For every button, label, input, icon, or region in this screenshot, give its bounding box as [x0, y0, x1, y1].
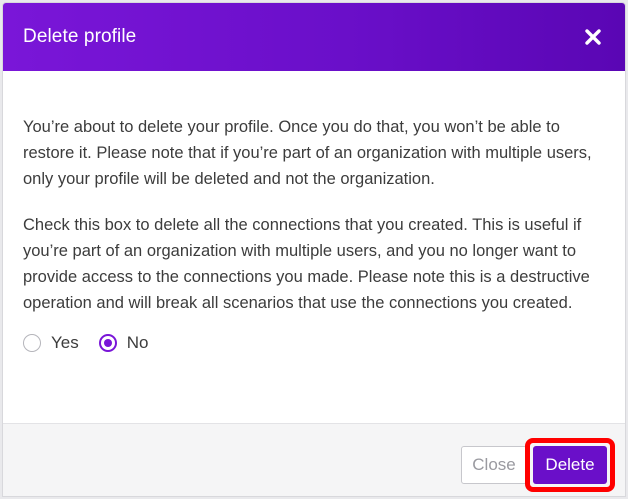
dialog-header: Delete profile [3, 3, 625, 71]
connections-description: Check this box to delete all the connect… [23, 216, 590, 312]
close-button[interactable]: Close [461, 446, 527, 484]
delete-profile-dialog: Delete profile You’re about to delete yo… [2, 2, 626, 497]
delete-button[interactable]: Delete [533, 446, 607, 484]
radio-yes-label: Yes [51, 333, 79, 352]
radio-no[interactable] [98, 334, 117, 352]
close-x-icon[interactable] [581, 25, 605, 49]
dialog-footer: Close Delete [3, 423, 625, 496]
radio-yes[interactable] [23, 334, 41, 352]
dialog-body: You’re about to delete your profile. Onc… [3, 71, 625, 423]
dialog-title: Delete profile [23, 26, 137, 47]
radio-option-yes[interactable]: Yes [23, 330, 79, 356]
delete-connections-radio-group: Yes No [23, 330, 605, 356]
warning-text: You’re about to delete your profile. Onc… [23, 118, 592, 188]
radio-option-no[interactable]: No [98, 330, 149, 356]
radio-no-label: No [126, 333, 149, 352]
